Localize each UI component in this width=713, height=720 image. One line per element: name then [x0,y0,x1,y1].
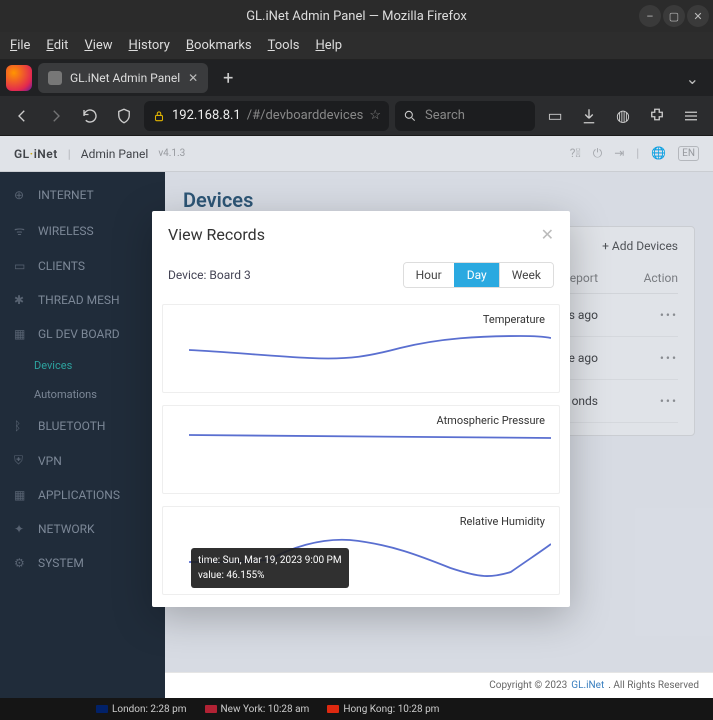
status-clock-bar: London: 2:28 pm New York: 10:28 am Hong … [0,698,713,720]
range-tab-week[interactable]: Week [499,263,553,287]
tab-close-icon[interactable]: ✕ [188,71,198,85]
modal-close-button[interactable]: ✕ [541,225,554,244]
window-close-button[interactable]: ✕ [687,5,709,27]
firefox-icon [6,65,32,91]
chart-humidity: Relative Humidity time: Sun, Mar 19, 202… [162,506,560,595]
bookmark-star-icon[interactable]: ☆ [369,108,381,123]
range-tab-hour[interactable]: Hour [404,263,454,287]
tab-overflow-button[interactable]: ⌄ [678,65,707,92]
menu-history[interactable]: History [129,38,170,53]
menubar: File Edit View History Bookmarks Tools H… [0,32,713,60]
hamburger-menu-button[interactable] [677,102,705,130]
clock-hongkong: Hong Kong: 10:28 pm [327,704,439,715]
nav-toolbar: 192.168.8.1 /#/devboarddevices ☆ Search ▭… [0,96,713,136]
window-title: GL.iNet Admin Panel — Mozilla Firefox [246,9,467,24]
forward-button[interactable] [42,102,70,130]
menu-help[interactable]: Help [315,38,342,53]
chart-temperature: Temperature [162,304,560,393]
reader-icon[interactable]: ▭ [541,102,569,130]
browser-tab[interactable]: GL.iNet Admin Panel ✕ [38,63,208,93]
tab-strip: GL.iNet Admin Panel ✕ + ⌄ [0,60,713,96]
tab-title: GL.iNet Admin Panel [70,71,180,85]
search-placeholder: Search [425,108,465,123]
url-bar[interactable]: 192.168.8.1 /#/devboarddevices ☆ [144,101,389,131]
range-tabs: Hour Day Week [403,262,554,288]
downloads-button[interactable] [575,102,603,130]
menu-file[interactable]: File [10,38,30,53]
range-tab-day[interactable]: Day [454,263,499,287]
reload-button[interactable] [76,102,104,130]
extensions-icon[interactable] [643,102,671,130]
menu-bookmarks[interactable]: Bookmarks [186,38,252,53]
favicon-icon [48,71,62,85]
back-button[interactable] [8,102,36,130]
search-icon [403,109,417,123]
modal-title: View Records [168,225,265,244]
menu-edit[interactable]: Edit [46,38,68,53]
account-icon[interactable]: ◍ [609,102,637,130]
window-titlebar: GL.iNet Admin Panel — Mozilla Firefox – … [0,0,713,32]
device-name-label: Device: Board 3 [168,268,251,282]
menu-view[interactable]: View [84,38,112,53]
window-maximize-button[interactable]: ▢ [663,5,685,27]
clock-newyork: New York: 10:28 am [205,704,310,715]
page-footer: Copyright © 2023 GL.iNet . All Rights Re… [165,672,713,698]
url-path: /#/devboarddevices [247,108,364,123]
search-box[interactable]: Search [395,101,535,131]
clock-london: London: 2:28 pm [96,704,187,715]
shield-icon[interactable] [110,102,138,130]
window-minimize-button[interactable]: – [639,5,661,27]
lock-warning-icon [152,109,166,123]
view-records-modal: View Records ✕ Device: Board 3 Hour Day … [152,211,570,607]
chart-tooltip: time: Sun, Mar 19, 2023 9:00 PM value: 4… [191,548,349,588]
url-host: 192.168.8.1 [172,108,241,123]
chart-pressure: Atmospheric Pressure [162,405,560,494]
footer-link[interactable]: GL.iNet [571,680,604,691]
menu-tools[interactable]: Tools [268,38,300,53]
page-content: GL·iNet | Admin Panel v4.1.3 ?⃝ ⏻ ⇥ | 🌐 … [0,136,713,720]
new-tab-button[interactable]: + [214,64,242,92]
